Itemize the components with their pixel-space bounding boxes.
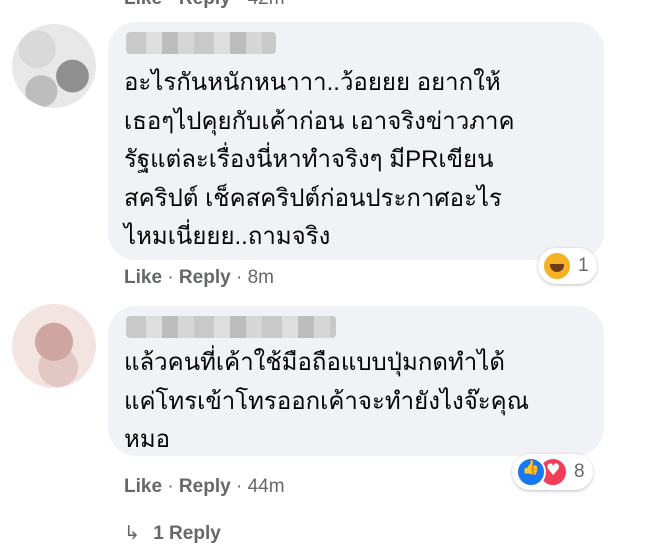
reply-link[interactable]: Reply [179,0,231,9]
separator-dot: · [235,476,243,497]
view-replies-link[interactable]: ↳ 1 Reply [124,522,221,545]
reaction-count: 1 [578,255,589,276]
comment-actions: Like · Reply · 8m [124,267,274,289]
separator-dot: · [236,0,242,9]
avatar[interactable] [12,24,96,108]
commenter-name-blurred[interactable] [126,316,336,338]
reaction-summary[interactable]: 8 [512,454,593,490]
reaction-summary[interactable]: 1 [538,248,597,284]
like-link[interactable]: Like [124,476,162,497]
comment-text: แล้วคนที่เค้าใช้มือถือแบบปุ่มกดทำได้ แค่… [124,349,529,453]
like-link[interactable]: Like [124,0,162,9]
separator-dot: · [167,267,174,288]
comment-bubble: อะไรกันหนักหนาาา..ว้อยยย อยากให้ เธอๆไปค… [108,22,604,260]
reply-link[interactable]: Reply [179,267,231,288]
reply-link[interactable]: Reply [179,476,231,497]
comment-item: อะไรกันหนักหนาาา..ว้อยยย อยากให้ เธอๆไปค… [0,22,650,292]
comment-item: แล้วคนที่เค้าใช้มือถือแบบปุ่มกดทำได้ แค่… [0,298,650,508]
comment-actions: Like · Reply · 44m [124,476,285,498]
separator-dot: · [167,0,173,9]
previous-comment-actions: Like · Reply · 42m [124,0,285,10]
like-link[interactable]: Like [124,267,162,288]
comment-bubble: แล้วคนที่เค้าใช้มือถือแบบปุ่มกดทำได้ แค่… [108,306,604,456]
avatar[interactable] [12,304,96,388]
comment-timestamp[interactable]: 42m [248,0,285,9]
comment-timestamp[interactable]: 8m [248,267,274,288]
reply-arrow-icon: ↳ [124,523,140,544]
like-icon [516,457,546,487]
separator-dot: · [167,476,174,497]
comment-text: อะไรกันหนักหนาาา..ว้อยยย อยากให้ เธอๆไปค… [124,69,515,250]
separator-dot: · [235,267,243,288]
replies-label: 1 Reply [153,523,221,544]
commenter-name-blurred[interactable] [126,32,276,54]
reaction-count: 8 [574,461,585,482]
haha-icon [542,251,572,281]
comment-timestamp[interactable]: 44m [248,476,285,497]
